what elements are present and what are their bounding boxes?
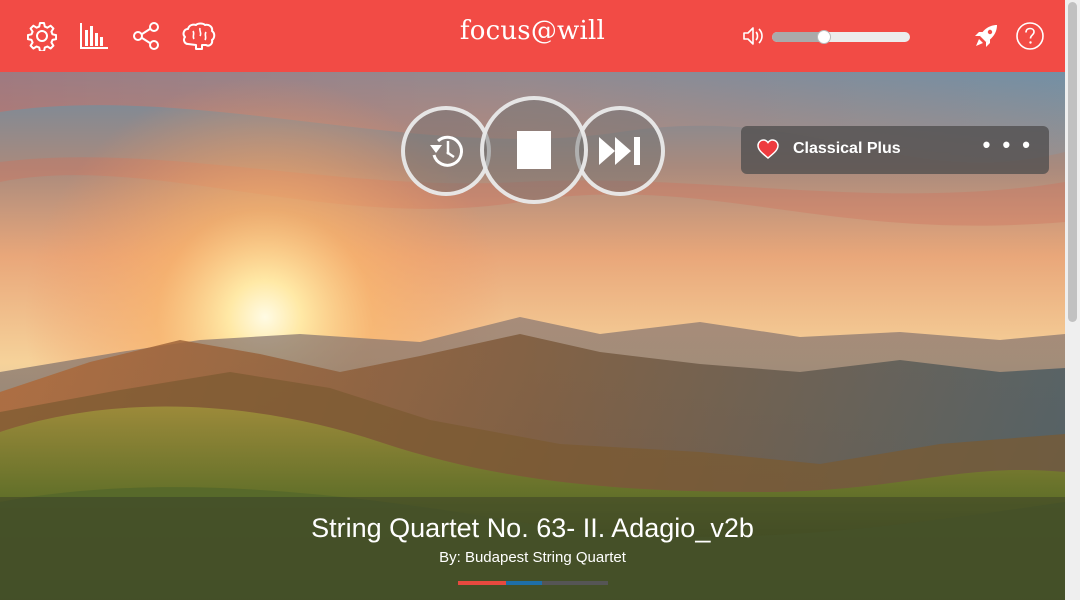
heart-icon bbox=[757, 139, 779, 159]
favorite-button[interactable] bbox=[757, 139, 779, 164]
rocket-icon bbox=[975, 25, 997, 47]
skip-button[interactable] bbox=[575, 106, 665, 196]
progress-buffered bbox=[506, 581, 542, 585]
stop-button[interactable] bbox=[480, 96, 588, 204]
volume-button[interactable] bbox=[736, 18, 772, 54]
volume-slider-handle[interactable] bbox=[817, 30, 831, 44]
progress-played bbox=[458, 581, 506, 585]
more-options-button[interactable]: • • • bbox=[983, 132, 1033, 158]
boost-button[interactable] bbox=[968, 18, 1004, 54]
channel-selector[interactable]: Classical Plus • • • bbox=[741, 126, 1049, 174]
timer-icon bbox=[430, 135, 463, 167]
timer-button[interactable] bbox=[401, 106, 491, 196]
track-progress-bar[interactable] bbox=[458, 581, 608, 585]
track-artist: By: Budapest String Quartet bbox=[439, 549, 626, 566]
help-button[interactable] bbox=[1012, 18, 1048, 54]
stop-icon bbox=[517, 131, 551, 169]
help-icon bbox=[1016, 22, 1044, 50]
speaker-icon bbox=[743, 27, 763, 45]
volume-slider[interactable] bbox=[772, 30, 910, 44]
page-scrollbar[interactable] bbox=[1065, 0, 1080, 600]
skip-forward-icon bbox=[599, 137, 640, 165]
channel-name: Classical Plus bbox=[793, 140, 901, 157]
scrollbar-thumb[interactable] bbox=[1068, 2, 1077, 322]
track-title: String Quartet No. 63- II. Adagio_v2b bbox=[311, 513, 754, 543]
top-navigation-bar: focus@will bbox=[0, 0, 1065, 72]
